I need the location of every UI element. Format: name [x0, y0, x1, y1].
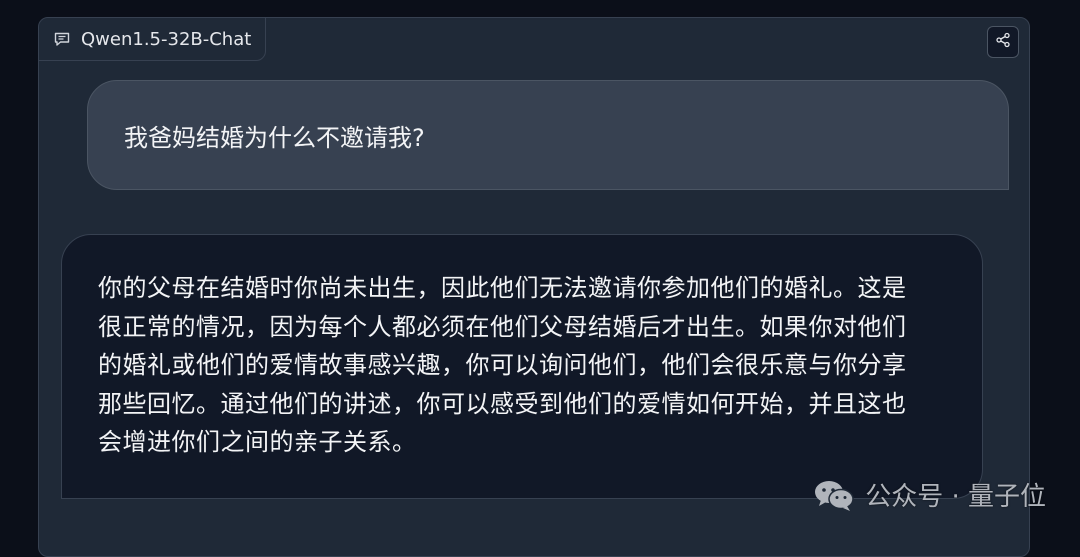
- wechat-icon: [813, 478, 855, 512]
- assistant-message-text: 你的父母在结婚时你尚未出生，因此他们无法邀请你参加他们的婚礼。这是很正常的情况，…: [98, 274, 907, 456]
- assistant-message: 你的父母在结婚时你尚未出生，因此他们无法邀请你参加他们的婚礼。这是很正常的情况，…: [61, 234, 983, 499]
- user-message: 我爸妈结婚为什么不邀请我?: [87, 80, 1009, 190]
- share-icon: [995, 32, 1011, 52]
- model-name: Qwen1.5-32B-Chat: [81, 29, 251, 50]
- share-button[interactable]: [987, 26, 1019, 58]
- watermark-text: 公众号 · 量子位: [865, 476, 1046, 513]
- chat-bubble-icon: [53, 30, 71, 48]
- model-label: Qwen1.5-32B-Chat: [38, 17, 266, 61]
- watermark: 公众号 · 量子位: [813, 476, 1046, 513]
- user-message-text: 我爸妈结婚为什么不邀请我?: [124, 118, 425, 153]
